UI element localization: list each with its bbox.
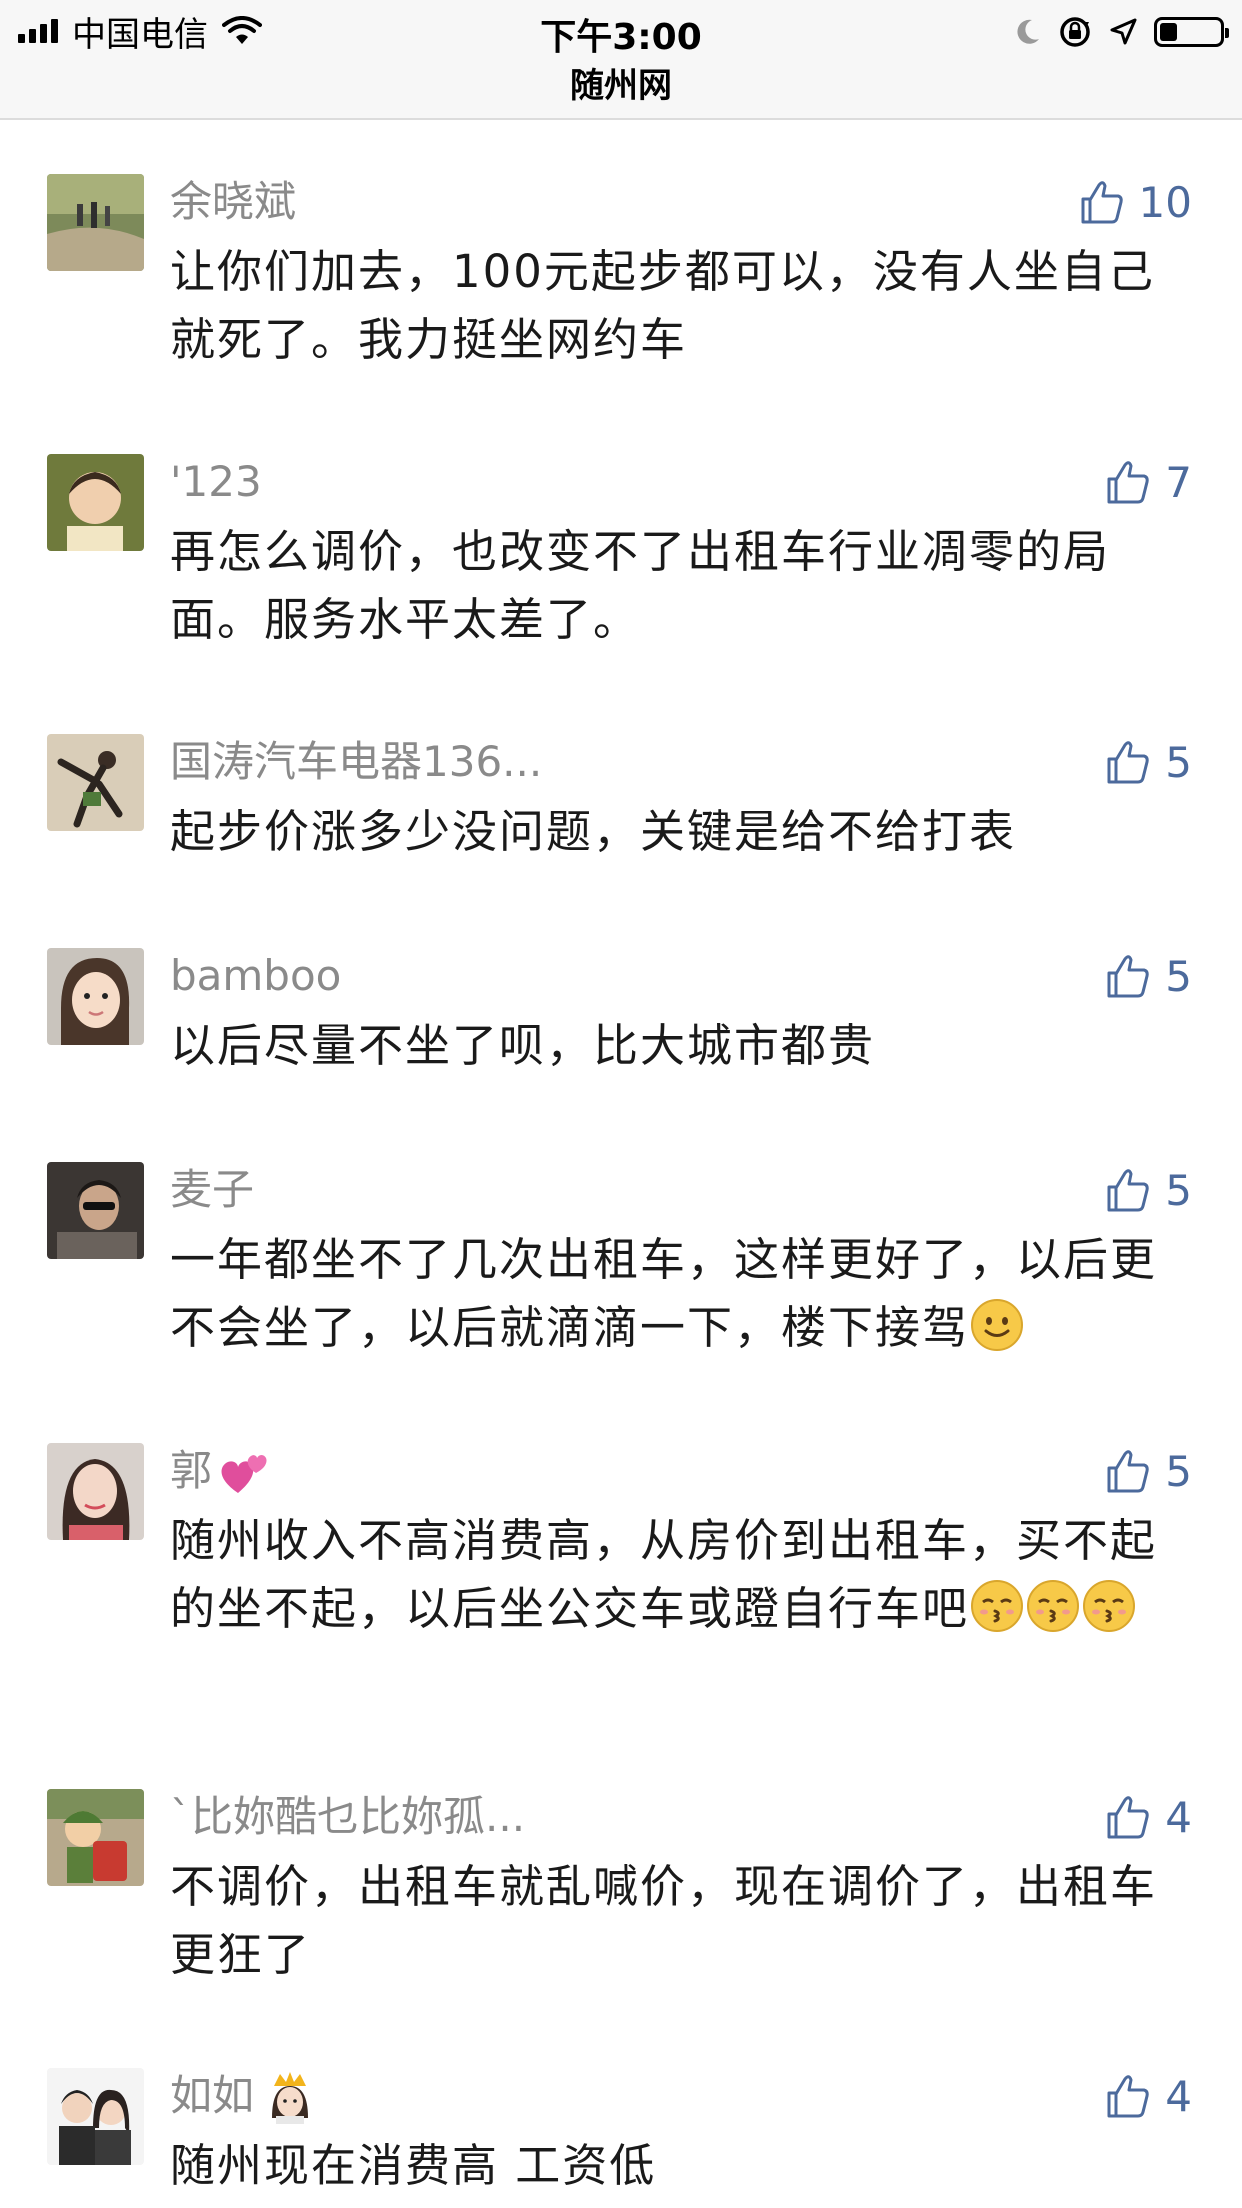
like-count: 4 (1165, 1792, 1192, 1842)
smile-emoji-icon (971, 1299, 1024, 1351)
status-right (1012, 12, 1229, 52)
battery-level (1160, 23, 1178, 41)
like-count: 7 (1165, 457, 1192, 507)
user-avatar[interactable] (47, 454, 144, 551)
comment-author[interactable]: 国涛汽车电器136... (170, 734, 542, 790)
like-button[interactable]: 10 (1077, 174, 1192, 230)
comment-author[interactable]: 如如 (170, 2068, 318, 2124)
user-avatar[interactable] (47, 2068, 144, 2165)
man-photo-avatar-icon (47, 1162, 144, 1259)
rotation-lock-icon (1060, 17, 1090, 47)
kiss-emoji-icon (1027, 1580, 1080, 1632)
author-name[interactable]: `比妳酷乜比妳孤... (170, 1789, 525, 1845)
user-avatar[interactable] (47, 174, 144, 271)
author-name[interactable]: 国涛汽车电器136... (170, 734, 542, 790)
princess-emoji-icon (272, 2072, 309, 2124)
like-button[interactable]: 5 (1103, 1443, 1192, 1499)
page-title: 随州网 (570, 66, 672, 106)
woman-photo-avatar-icon (47, 1443, 144, 1540)
comment-text: 一年都坐不了几次出租车，这样更好了，以后更不会坐了，以后就滴滴一下，楼下接驾 (170, 1226, 1180, 1362)
comment-text: 不调价，出租车就乱喊价，现在调价了，出租车更狂了 (170, 1853, 1180, 1989)
comment-body: 不调价，出租车就乱喊价，现在调价了，出租车更狂了 (170, 1860, 1158, 1981)
like-button[interactable]: 7 (1103, 454, 1192, 510)
like-count: 5 (1165, 951, 1192, 1001)
comment-text: 随州收入不高消费高，从房价到出租车，买不起的坐不起，以后坐公交车或蹬自行车吧 (170, 1507, 1180, 1643)
comment-text: 起步价涨多少没问题，关键是给不给打表 (170, 798, 1180, 866)
comment-author[interactable]: '123 (170, 454, 262, 510)
comment-author[interactable]: bamboo (170, 948, 341, 1004)
user-avatar[interactable] (47, 1162, 144, 1259)
heart-emoji-icon (221, 1455, 267, 1493)
thumbs-up-icon (1107, 1169, 1149, 1212)
like-button[interactable]: 5 (1103, 734, 1192, 790)
cartoon-photo-avatar-icon (47, 1789, 144, 1886)
thumbs-up-icon (1107, 2075, 1149, 2118)
thumbs-up-icon (1107, 741, 1149, 784)
kiss-emoji-icon (971, 1580, 1024, 1632)
comment-body: 让你们加去，100元起步都可以，没有人坐自己就死了。我力挺坐网约车 (170, 245, 1155, 366)
like-count: 5 (1165, 1165, 1192, 1215)
author-name[interactable]: bamboo (170, 948, 341, 1004)
like-count: 5 (1165, 1446, 1192, 1496)
comment-body: 随州现在消费高 工资低 (170, 2139, 657, 2192)
author-name[interactable]: 如如 (170, 2068, 254, 2124)
comment-body: 起步价涨多少没问题，关键是给不给打表 (170, 805, 1017, 858)
user-avatar[interactable] (47, 1789, 144, 1886)
thumbs-up-icon (1107, 1450, 1149, 1493)
comment-body: 以后尽量不坐了呗，比大城市都贵 (170, 1019, 876, 1072)
like-button[interactable]: 5 (1103, 948, 1192, 1004)
like-count: 4 (1165, 2071, 1192, 2121)
comment-text: 再怎么调价，也改变不了出租车行业凋零的局面。服务水平太差了。 (170, 518, 1180, 654)
comment-author[interactable]: `比妳酷乜比妳孤... (170, 1789, 525, 1845)
couple-photo-avatar-icon (47, 2068, 144, 2165)
user-avatar[interactable] (47, 948, 144, 1045)
comment-text: 让你们加去，100元起步都可以，没有人坐自己就死了。我力挺坐网约车 (170, 238, 1180, 374)
moon-icon (1017, 19, 1039, 44)
author-name[interactable]: '123 (170, 454, 262, 510)
top-bar: 中国电信 下午3:00 随州网 (0, 0, 1242, 120)
comment-text: 随州现在消费高 工资低 (170, 2132, 1180, 2200)
landscape-photo-avatar-icon (47, 174, 144, 271)
girl-photo-avatar-icon (47, 948, 144, 1045)
comment-author[interactable]: 郭 (170, 1443, 272, 1499)
thumbs-up-icon (1107, 461, 1149, 504)
user-avatar[interactable] (47, 734, 144, 831)
like-button[interactable]: 5 (1103, 1162, 1192, 1218)
author-name[interactable]: 郭 (170, 1443, 212, 1499)
comment-text: 以后尽量不坐了呗，比大城市都贵 (170, 1012, 1180, 1080)
child-photo-avatar-icon (47, 454, 144, 551)
like-button[interactable]: 4 (1103, 1789, 1192, 1845)
location-arrow-icon (1110, 18, 1137, 45)
user-avatar[interactable] (47, 1443, 144, 1540)
battery-icon (1154, 17, 1229, 47)
thumbs-up-icon (1107, 1796, 1149, 1839)
kiss-emoji-icon (1083, 1580, 1136, 1632)
comment-author[interactable]: 麦子 (170, 1162, 254, 1218)
person-photo-avatar-icon (47, 734, 144, 831)
like-count: 10 (1138, 177, 1192, 227)
like-count: 5 (1165, 737, 1192, 787)
thumbs-up-icon (1107, 955, 1149, 998)
like-button[interactable]: 4 (1103, 2068, 1192, 2124)
author-name[interactable]: 余晓斌 (170, 174, 296, 230)
comment-body: 再怎么调价，也改变不了出租车行业凋零的局面。服务水平太差了。 (170, 525, 1111, 646)
thumbs-up-icon (1081, 181, 1123, 224)
comment-author[interactable]: 余晓斌 (170, 174, 296, 230)
author-name[interactable]: 麦子 (170, 1162, 254, 1218)
